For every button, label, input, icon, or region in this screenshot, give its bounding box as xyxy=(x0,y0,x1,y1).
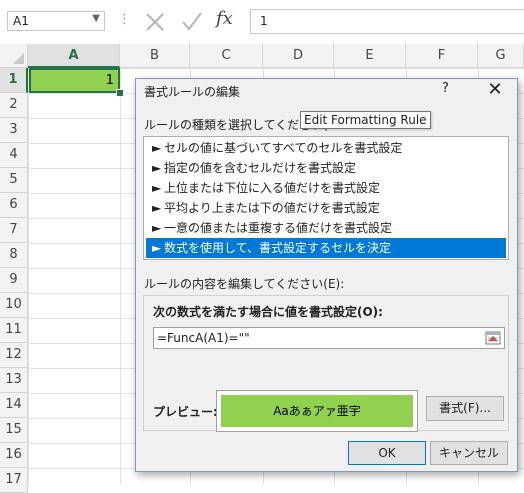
row-header[interactable]: 6 xyxy=(0,193,28,218)
rule-type-label: 一意の値または重複する値だけを書式設定 xyxy=(164,221,393,235)
row-header[interactable]: 17 xyxy=(0,468,28,493)
cell-a1-value: 1 xyxy=(105,73,114,88)
row-header[interactable]: 9 xyxy=(0,268,28,293)
gridline xyxy=(120,68,121,484)
column-header[interactable]: D xyxy=(263,44,334,68)
insert-function-button[interactable]: fx xyxy=(216,8,233,29)
rule-type-item[interactable]: ► 一意の値または重複する値だけを書式設定 xyxy=(146,218,506,238)
arrow-right-icon: ► xyxy=(152,161,162,175)
row-header[interactable]: 12 xyxy=(0,343,28,368)
help-button[interactable]: ? xyxy=(442,81,449,96)
rule-type-label: 平均より上または下の値だけを書式設定 xyxy=(164,201,380,215)
row-header[interactable]: 5 xyxy=(0,168,28,193)
rule-type-list[interactable]: ► セルの値に基づいてすべてのセルを書式設定 ► 指定の値を含むセルだけを書式設定 ► 上… xyxy=(143,136,509,260)
x-icon[interactable] xyxy=(144,9,166,33)
column-header[interactable]: E xyxy=(334,44,406,68)
rule-type-label: 数式を使用して、書式設定するセルを決定 xyxy=(164,241,392,255)
column-header[interactable]: G xyxy=(478,44,524,68)
rule-description-group: 次の数式を満たす場合に値を書式設定(O): =FuncA(A1)="" プレビュ… xyxy=(143,295,509,432)
rule-type-item[interactable]: ► 指定の値を含むセルだけを書式設定 xyxy=(146,158,506,178)
formula-field[interactable]: =FuncA(A1)="" xyxy=(153,327,505,349)
fill-handle[interactable] xyxy=(116,89,124,97)
row-header[interactable]: 8 xyxy=(0,243,28,268)
formula-bar: A1 ▼ ⋮ fx 1 xyxy=(0,0,524,44)
row-header[interactable]: 11 xyxy=(0,318,28,343)
edit-rule-label: ルールの内容を編集してください(E): xyxy=(144,277,345,291)
rule-type-item[interactable]: ► セルの値に基づいてすべてのセルを書式設定 xyxy=(146,138,506,158)
ok-button[interactable]: OK xyxy=(348,441,426,465)
name-box-value: A1 xyxy=(13,14,29,28)
rule-type-label: 上位または下位に入る値だけを書式設定 xyxy=(164,181,381,195)
formula-input[interactable]: 1 xyxy=(250,9,524,34)
row-header[interactable]: 2 xyxy=(0,93,28,118)
preview-label: プレビュー: xyxy=(153,405,218,419)
edit-formatting-rule-dialog: 書式ルールの編集 ? ✕ ルールの種類を選択してください(S Edit Form… xyxy=(135,78,518,472)
arrow-right-icon: ► xyxy=(152,221,162,235)
dialog-title: 書式ルールの編集 xyxy=(144,85,241,99)
tooltip: Edit Formatting Rule xyxy=(300,111,431,129)
column-header[interactable]: F xyxy=(406,44,478,68)
rule-type-item[interactable]: ► 上位または下位に入る値だけを書式設定 xyxy=(146,178,506,198)
rule-type-item[interactable]: ► 平均より上または下の値だけを書式設定 xyxy=(146,198,506,218)
row-header[interactable]: 10 xyxy=(0,293,28,318)
column-header[interactable]: B xyxy=(120,44,190,68)
chevron-down-icon[interactable]: ▼ xyxy=(92,13,100,24)
arrow-right-icon: ► xyxy=(152,181,162,195)
select-all-button[interactable] xyxy=(0,44,28,68)
rule-type-label: 指定の値を含むセルだけを書式設定 xyxy=(164,161,357,175)
format-button[interactable]: 書式(F)... xyxy=(426,396,504,421)
close-icon[interactable]: ✕ xyxy=(484,79,506,101)
row-header[interactable]: 4 xyxy=(0,143,28,168)
arrow-right-icon: ► xyxy=(152,241,162,255)
preview-box: Aaあぁアァ亜宇 xyxy=(216,390,418,432)
formula-label: 次の数式を満たす場合に値を書式設定(O): xyxy=(153,305,383,319)
cell-a1[interactable]: 1 xyxy=(29,68,120,93)
column-header[interactable]: C xyxy=(190,44,263,68)
row-header[interactable]: 15 xyxy=(0,418,28,443)
rule-type-item[interactable]: ► 数式を使用して、書式設定するセルを決定 xyxy=(146,238,506,258)
preview-sample: Aaあぁアァ亜宇 xyxy=(221,395,413,427)
name-box[interactable]: A1 ▼ xyxy=(7,11,105,31)
collapse-dialog-icon[interactable] xyxy=(485,330,501,346)
check-icon[interactable] xyxy=(180,9,204,33)
cancel-button[interactable]: キャンセル xyxy=(430,441,508,465)
formula-content: 1 xyxy=(260,14,268,28)
row-header[interactable]: 7 xyxy=(0,218,28,243)
formula-field-value: =FuncA(A1)="" xyxy=(157,331,250,345)
arrow-right-icon: ► xyxy=(152,141,162,155)
row-header[interactable]: 14 xyxy=(0,393,28,418)
row-header[interactable]: 1 xyxy=(0,68,28,93)
rule-type-label: セルの値に基づいてすべてのセルを書式設定 xyxy=(164,141,403,155)
row-header[interactable]: 13 xyxy=(0,368,28,393)
row-header[interactable]: 3 xyxy=(0,118,28,143)
arrow-right-icon: ► xyxy=(152,201,162,215)
column-header[interactable]: A xyxy=(28,44,120,68)
row-header[interactable]: 16 xyxy=(0,443,28,468)
more-options-icon[interactable]: ⋮ xyxy=(118,12,131,27)
